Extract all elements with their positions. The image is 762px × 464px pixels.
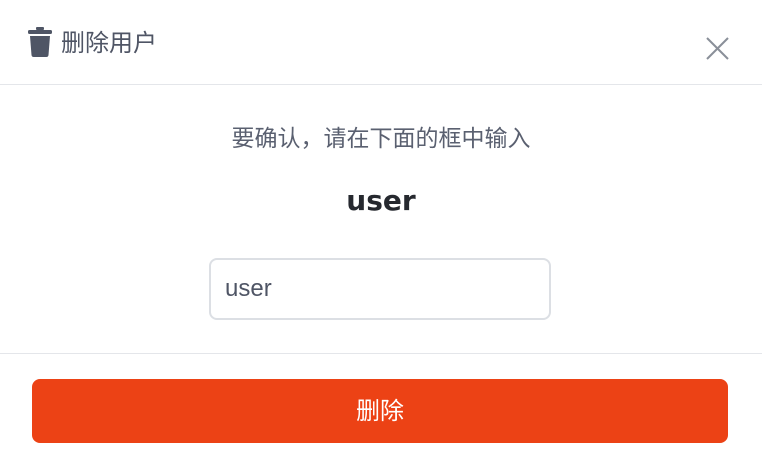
dialog-header: 删除用户 — [0, 0, 762, 85]
confirm-username: user — [346, 184, 416, 217]
trash-icon — [28, 27, 52, 57]
delete-button[interactable]: 删除 — [32, 379, 728, 443]
confirm-prompt: 要确认，请在下面的框中输入 — [231, 126, 531, 152]
confirm-input[interactable] — [209, 258, 551, 320]
dialog-title: 删除用户 — [61, 29, 157, 57]
dialog-footer: 删除 — [0, 353, 762, 464]
delete-user-dialog: 删除用户 要确认，请在下面的框中输入 user 删除 — [0, 0, 762, 464]
close-icon[interactable] — [700, 32, 734, 66]
dialog-body: 要确认，请在下面的框中输入 user — [0, 86, 762, 353]
